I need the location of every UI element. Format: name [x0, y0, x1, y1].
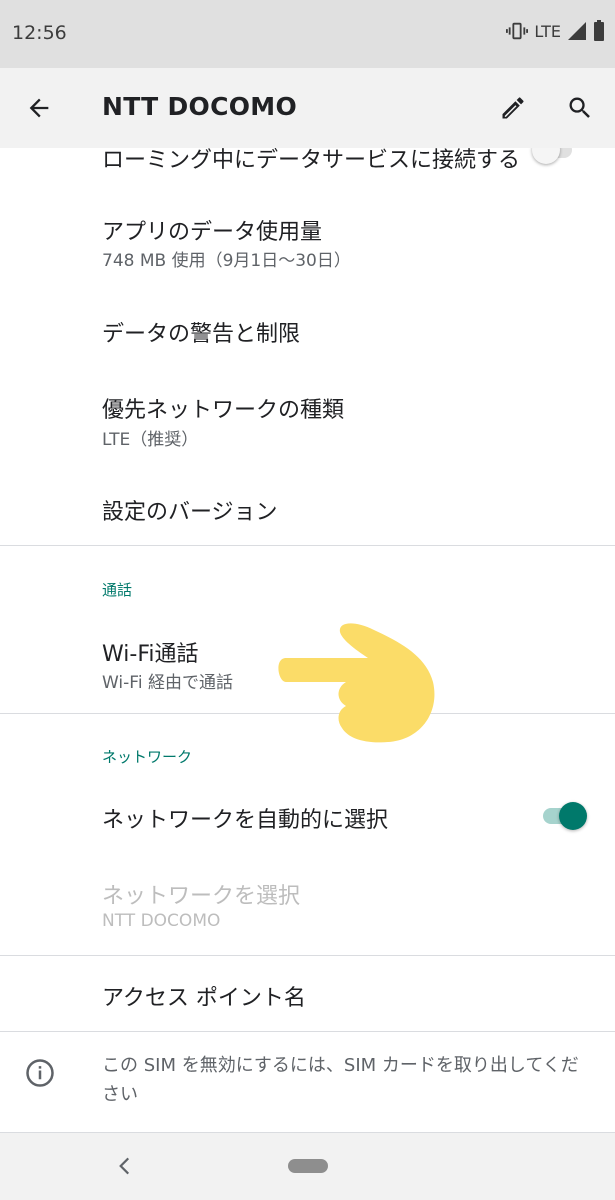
signal-icon — [568, 22, 586, 40]
carrier-version-row[interactable]: 設定のバージョン — [0, 468, 615, 544]
nav-home-pill[interactable] — [288, 1159, 328, 1173]
data-warning-row[interactable]: データの警告と制限 — [0, 290, 615, 368]
back-button[interactable] — [17, 86, 61, 130]
divider — [0, 713, 615, 714]
wifi-calling-row[interactable]: Wi-Fi通話 Wi-Fi 経由で通話 — [0, 618, 615, 710]
app-data-usage-row[interactable]: アプリのデータ使用量 748 MB 使用（9月1日〜30日） — [0, 194, 615, 284]
app-data-usage-summary: 748 MB 使用（9月1日〜30日） — [102, 251, 351, 271]
battery-icon — [594, 20, 604, 41]
status-network-type: LTE — [534, 21, 561, 41]
data-warning-title: データの警告と制限 — [102, 322, 301, 347]
section-header-calling: 通話 — [102, 581, 133, 599]
arrow-left-icon — [29, 98, 49, 118]
settings-list[interactable]: ローミング中にデータサービスに接続する アプリのデータ使用量 748 MB 使用… — [0, 148, 615, 1133]
preferred-network-summary: LTE（推奨） — [102, 430, 199, 450]
section-header-network: ネットワーク — [102, 748, 193, 766]
app-data-usage-title: アプリのデータ使用量 — [102, 220, 323, 245]
app-bar: NTT DOCOMO — [0, 68, 615, 148]
sim-info-text: この SIM を無効にするには、SIM カードを取り出してください — [102, 1055, 579, 1105]
toggle-thumb — [559, 802, 587, 830]
wifi-calling-summary: Wi-Fi 経由で通話 — [102, 673, 233, 693]
roaming-row[interactable]: ローミング中にデータサービスに接続する — [0, 148, 615, 186]
apn-row[interactable]: アクセス ポイント名 — [0, 958, 615, 1030]
toggle-thumb — [532, 148, 560, 164]
search-button[interactable] — [558, 86, 602, 130]
preferred-network-row[interactable]: 優先ネットワークの種類 LTE（推奨） — [0, 372, 615, 464]
divider — [0, 1031, 615, 1032]
auto-network-title: ネットワークを自動的に選択 — [102, 808, 389, 833]
page-title: NTT DOCOMO — [102, 92, 298, 121]
auto-network-toggle[interactable] — [541, 800, 587, 830]
roaming-title: ローミング中にデータサービスに接続する — [102, 148, 521, 173]
search-icon — [569, 97, 590, 118]
choose-network-row: ネットワークを選択 NTT DOCOMO — [0, 860, 615, 952]
divider — [0, 545, 615, 546]
info-icon — [26, 1059, 54, 1087]
choose-network-title: ネットワークを選択 — [102, 884, 301, 909]
status-time: 12:56 — [12, 22, 67, 44]
divider — [0, 955, 615, 956]
carrier-version-title: 設定のバージョン — [102, 500, 278, 525]
status-bar: 12:56 LTE — [0, 0, 615, 68]
edit-button[interactable] — [491, 86, 535, 130]
roaming-toggle[interactable] — [532, 148, 578, 164]
pencil-icon — [502, 97, 524, 119]
preferred-network-title: 優先ネットワークの種類 — [102, 398, 345, 423]
vibrate-icon — [506, 22, 529, 40]
status-icons: LTE — [506, 20, 605, 42]
wifi-calling-title: Wi-Fi通話 — [102, 642, 199, 667]
choose-network-summary: NTT DOCOMO — [102, 911, 221, 931]
apn-title: アクセス ポイント名 — [102, 986, 306, 1011]
nav-back-icon[interactable] — [112, 1153, 138, 1179]
auto-network-row[interactable]: ネットワークを自動的に選択 — [0, 782, 615, 850]
